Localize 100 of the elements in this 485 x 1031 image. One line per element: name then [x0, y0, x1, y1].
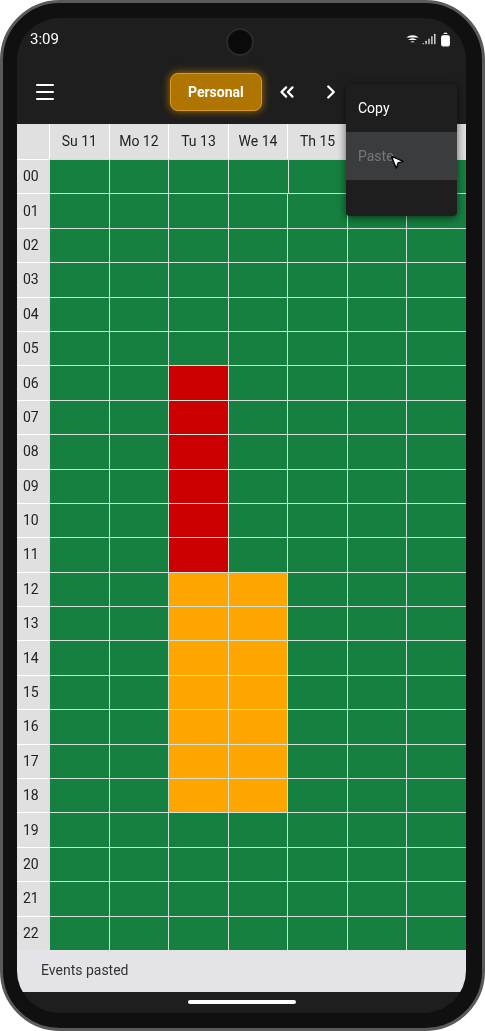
time-slot[interactable] [287, 846, 347, 882]
time-slot[interactable] [287, 330, 347, 366]
time-slot[interactable] [108, 468, 169, 503]
time-slot[interactable] [108, 812, 169, 847]
time-slot[interactable] [227, 537, 288, 572]
time-slot[interactable] [406, 812, 466, 847]
time-slot[interactable] [108, 640, 169, 675]
time-slot[interactable] [346, 743, 407, 779]
time-slot[interactable] [108, 262, 169, 297]
time-slot[interactable] [108, 227, 169, 263]
time-slot[interactable] [287, 296, 347, 331]
time-slot[interactable] [346, 365, 407, 400]
time-slot[interactable] [227, 846, 288, 882]
time-slot[interactable] [287, 159, 348, 194]
time-slot[interactable] [406, 881, 466, 916]
time-slot[interactable] [49, 571, 109, 607]
time-slot[interactable] [227, 330, 288, 366]
time-slot[interactable] [287, 365, 347, 400]
time-slot[interactable] [287, 915, 347, 950]
time-slot[interactable] [287, 399, 347, 435]
time-slot[interactable] [227, 399, 288, 435]
time-slot[interactable] [287, 227, 347, 263]
time-slot[interactable] [346, 881, 407, 916]
time-slot[interactable] [49, 502, 109, 538]
time-slot[interactable] [406, 296, 466, 331]
time-slot[interactable] [406, 434, 466, 469]
time-slot[interactable] [406, 846, 466, 882]
time-slot[interactable] [406, 365, 466, 400]
time-slot[interactable] [287, 778, 347, 813]
time-slot[interactable] [406, 743, 466, 779]
time-slot[interactable] [346, 778, 407, 813]
time-slot[interactable] [287, 709, 347, 744]
time-slot[interactable] [49, 296, 109, 331]
time-slot[interactable] [168, 262, 228, 297]
time-slot[interactable] [406, 571, 466, 607]
time-slot[interactable] [108, 606, 169, 641]
time-slot[interactable] [287, 674, 347, 710]
time-slot[interactable] [108, 709, 169, 744]
time-slot[interactable] [108, 743, 169, 779]
time-slot[interactable] [49, 606, 109, 641]
time-slot[interactable] [227, 915, 288, 950]
time-slot[interactable] [49, 778, 109, 813]
time-slot[interactable] [168, 881, 228, 916]
time-slot[interactable] [108, 674, 169, 710]
time-slot[interactable] [406, 502, 466, 538]
time-slot[interactable] [227, 227, 288, 263]
time-slot[interactable] [346, 846, 407, 882]
time-slot[interactable] [227, 502, 288, 538]
time-slot[interactable] [406, 262, 466, 297]
time-slot[interactable] [49, 846, 109, 882]
time-slot[interactable] [108, 537, 169, 572]
time-slot[interactable] [346, 709, 407, 744]
time-slot[interactable] [49, 330, 109, 366]
time-slot[interactable] [406, 709, 466, 744]
time-slot[interactable] [168, 193, 228, 228]
time-slot[interactable] [108, 296, 169, 331]
time-slot[interactable] [346, 227, 407, 263]
time-slot[interactable] [346, 468, 407, 503]
time-slot[interactable] [108, 915, 169, 950]
time-slot[interactable] [168, 915, 228, 950]
time-slot[interactable] [108, 193, 169, 228]
time-slot[interactable] [49, 468, 109, 503]
time-slot[interactable] [227, 571, 288, 607]
time-slot[interactable] [108, 365, 169, 400]
time-slot[interactable] [168, 537, 228, 572]
time-slot[interactable] [406, 778, 466, 813]
time-slot[interactable] [168, 571, 228, 607]
time-slot[interactable] [346, 502, 407, 538]
time-slot[interactable] [49, 915, 109, 950]
time-slot[interactable] [168, 365, 228, 400]
time-slot[interactable] [49, 227, 109, 263]
time-slot[interactable] [168, 502, 228, 538]
time-slot[interactable] [406, 537, 466, 572]
time-slot[interactable] [287, 502, 347, 538]
time-slot[interactable] [346, 330, 407, 366]
time-slot[interactable] [49, 193, 109, 228]
time-slot[interactable] [287, 434, 347, 469]
time-slot[interactable] [406, 330, 466, 366]
time-slot[interactable] [287, 640, 347, 675]
time-slot[interactable] [287, 743, 347, 779]
time-slot[interactable] [287, 262, 347, 297]
time-slot[interactable] [49, 640, 109, 675]
time-slot[interactable] [108, 330, 169, 366]
time-slot[interactable] [49, 262, 109, 297]
time-slot[interactable] [168, 399, 228, 435]
time-slot[interactable] [168, 296, 228, 331]
time-slot[interactable] [49, 743, 109, 779]
time-slot[interactable] [346, 399, 407, 435]
time-slot[interactable] [168, 330, 228, 366]
time-slot[interactable] [346, 296, 407, 331]
time-slot[interactable] [406, 915, 466, 950]
time-slot[interactable] [227, 365, 288, 400]
time-slot[interactable] [168, 812, 228, 847]
time-slot[interactable] [287, 571, 347, 607]
time-slot[interactable] [346, 434, 407, 469]
time-slot[interactable] [346, 262, 407, 297]
time-slot[interactable] [346, 640, 407, 675]
time-slot[interactable] [108, 846, 169, 882]
time-slot[interactable] [227, 296, 288, 331]
time-slot[interactable] [406, 399, 466, 435]
